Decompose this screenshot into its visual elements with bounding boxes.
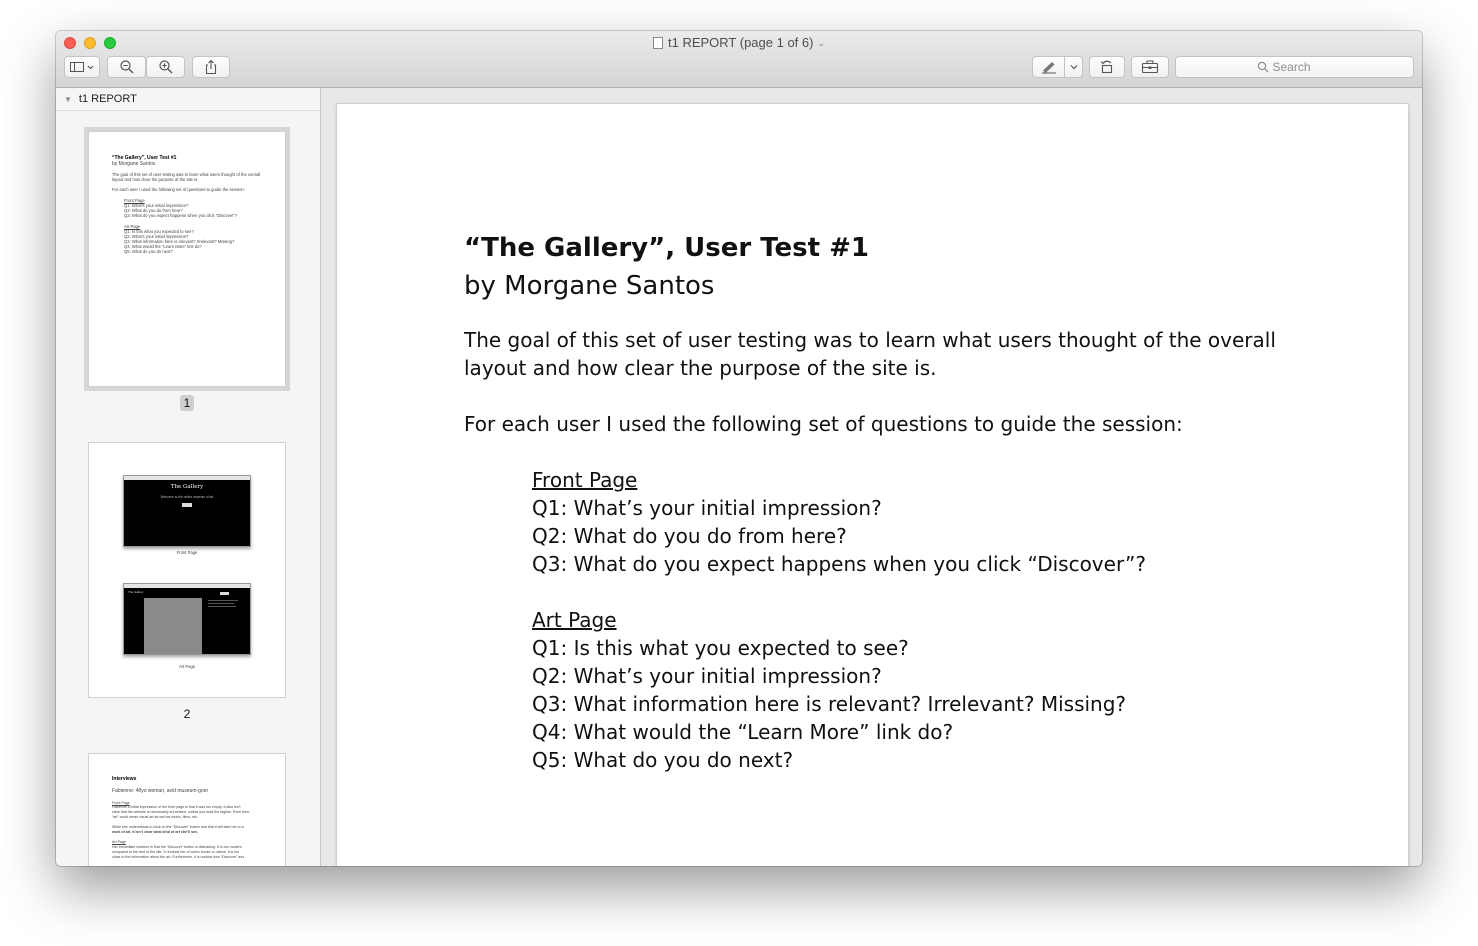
sidebar-toggle-button[interactable] (64, 56, 100, 78)
front-page-questions: Front Page Q1: What’s your initial impre… (464, 466, 1284, 578)
front-q2: Q2: What do you do from here? (532, 524, 847, 548)
document-title: “The Gallery”, User Test #1 (464, 233, 869, 263)
page-thumbnail-1[interactable]: “The Gallery”, User Test #1 by Morgane S… (88, 131, 286, 387)
goal-line-2: layout and how clear the purpose of the … (464, 356, 937, 380)
share-button[interactable] (192, 56, 230, 78)
document-view[interactable]: “The Gallery”, User Test #1 by Morgane S… (321, 88, 1422, 866)
shot1-subtitle: Welcome to the online museum of art (160, 495, 214, 499)
thumb-intro: For each user I used the following set o… (112, 187, 245, 192)
document-page[interactable]: “The Gallery”, User Test #1 by Morgane S… (337, 104, 1408, 866)
search-field[interactable] (1175, 56, 1414, 78)
page-content: “The Gallery”, User Test #1 by Morgane S… (464, 230, 1284, 774)
window-title: t1 REPORT (page 1 of 6) (667, 35, 814, 50)
front-q1: Q1: What’s your initial impression? (532, 496, 882, 520)
thumb-author: by Morgane Santos (112, 161, 156, 167)
art-page-questions: Art Page Q1: Is this what you expected t… (464, 606, 1284, 774)
thumb3-line: Fabienne’s initial impression of the fro… (112, 805, 241, 809)
toolbox-icon (1141, 60, 1159, 74)
search-icon (1257, 61, 1268, 73)
document-author: by Morgane Santos (464, 271, 715, 301)
art-q4: Q4: What would the “Learn More” link do? (532, 720, 954, 744)
art-page-screenshot: The Gallery (123, 583, 251, 655)
rotate-button[interactable] (1089, 56, 1125, 78)
caption-front-page: Front Page (176, 550, 198, 555)
search-input[interactable] (1272, 60, 1333, 74)
markup-button[interactable] (1032, 56, 1065, 78)
document-icon (652, 37, 663, 49)
titlebar: t1 REPORT (page 1 of 6) ⌄ (56, 31, 1422, 88)
thumb3-line: compared to the rest of the site. It rem… (112, 850, 240, 854)
page-thumbnail-3[interactable]: Interviews Fabienne: 48yo woman, avid mu… (88, 753, 286, 866)
caption-art-page: Art Page (178, 664, 196, 669)
chevron-down-icon (1070, 65, 1077, 70)
thumb3-person: Fabienne: 48yo woman, avid museum-goer (112, 788, 209, 794)
art-q2: Q2: What’s your initial impression? (532, 664, 882, 688)
preview-window: t1 REPORT (page 1 of 6) ⌄ Search ▼ t1 RE… (56, 31, 1422, 866)
artwork-placeholder (144, 598, 202, 654)
thumb3-line: “art” could mean visual art as well as m… (112, 815, 198, 819)
front-page-heading: Front Page (532, 468, 638, 492)
shot1-heading: The Gallery (170, 484, 204, 490)
discover-mini-button (182, 503, 192, 507)
markup-pen-icon (1041, 62, 1056, 74)
thumbnail-sidebar[interactable]: ▼ t1 REPORT “The Gallery”, User Test #1 … (56, 88, 321, 866)
share-icon (205, 59, 217, 75)
intro-text: For each user I used the following set o… (464, 412, 1183, 436)
thumb3-section2: Art Page (112, 840, 126, 844)
zoom-in-button[interactable] (146, 56, 185, 78)
art-q3: Q3: What information here is relevant? I… (532, 692, 1127, 716)
art-page-heading: Art Page (532, 608, 617, 632)
shot2-heading: The Gallery (128, 590, 144, 594)
zoom-out-icon (119, 60, 133, 74)
disclosure-triangle-icon[interactable]: ▼ (64, 95, 72, 104)
thumb-aq5: Q5: What do you do next? (124, 249, 173, 254)
page-number-1[interactable]: 1 (56, 395, 318, 411)
page-thumbnail-2[interactable]: The Gallery Welcome to the online museum… (88, 442, 286, 698)
thumb-fq3: Q3: What do you expect happens when you … (124, 213, 238, 218)
thumb3-line: clear that the website is necessarily ar… (112, 810, 251, 814)
thumb3-line: Her immediate reaction is that the “Disc… (112, 845, 242, 849)
toolbox-button[interactable] (1131, 56, 1169, 78)
thumb3-line: While she understands to click on the “D… (112, 825, 244, 829)
thumb3-line: close to the information about the art. … (112, 855, 245, 859)
thumb3-heading: Interviews (112, 776, 137, 782)
front-page-screenshot: The Gallery Welcome to the online museum… (123, 475, 251, 547)
sidebar-header[interactable]: ▼ t1 REPORT (56, 88, 320, 111)
page-number-2[interactable]: 2 (56, 706, 318, 722)
chevron-down-icon: ⌄ (817, 38, 826, 48)
sidebar-toggle-icon (70, 62, 94, 72)
sidebar-document-name: t1 REPORT (78, 93, 137, 105)
window-title-area[interactable]: t1 REPORT (page 1 of 6) ⌄ (56, 35, 1422, 51)
zoom-out-button[interactable] (107, 56, 146, 78)
zoom-in-icon (158, 60, 172, 74)
thumb-goal-2: layout and how clear the purpose of the … (112, 177, 199, 182)
art-q5: Q5: What do you do next? (532, 748, 794, 772)
markup-menu-button[interactable] (1064, 56, 1083, 78)
art-q1: Q1: Is this what you expected to see? (532, 636, 909, 660)
rotate-icon (1100, 60, 1113, 74)
goal-line-1: The goal of this set of user testing was… (464, 328, 1276, 352)
front-q3: Q3: What do you expect happens when you … (532, 552, 1146, 576)
thumb3-line: work of art, it isn’t clear what kind of… (112, 830, 199, 834)
